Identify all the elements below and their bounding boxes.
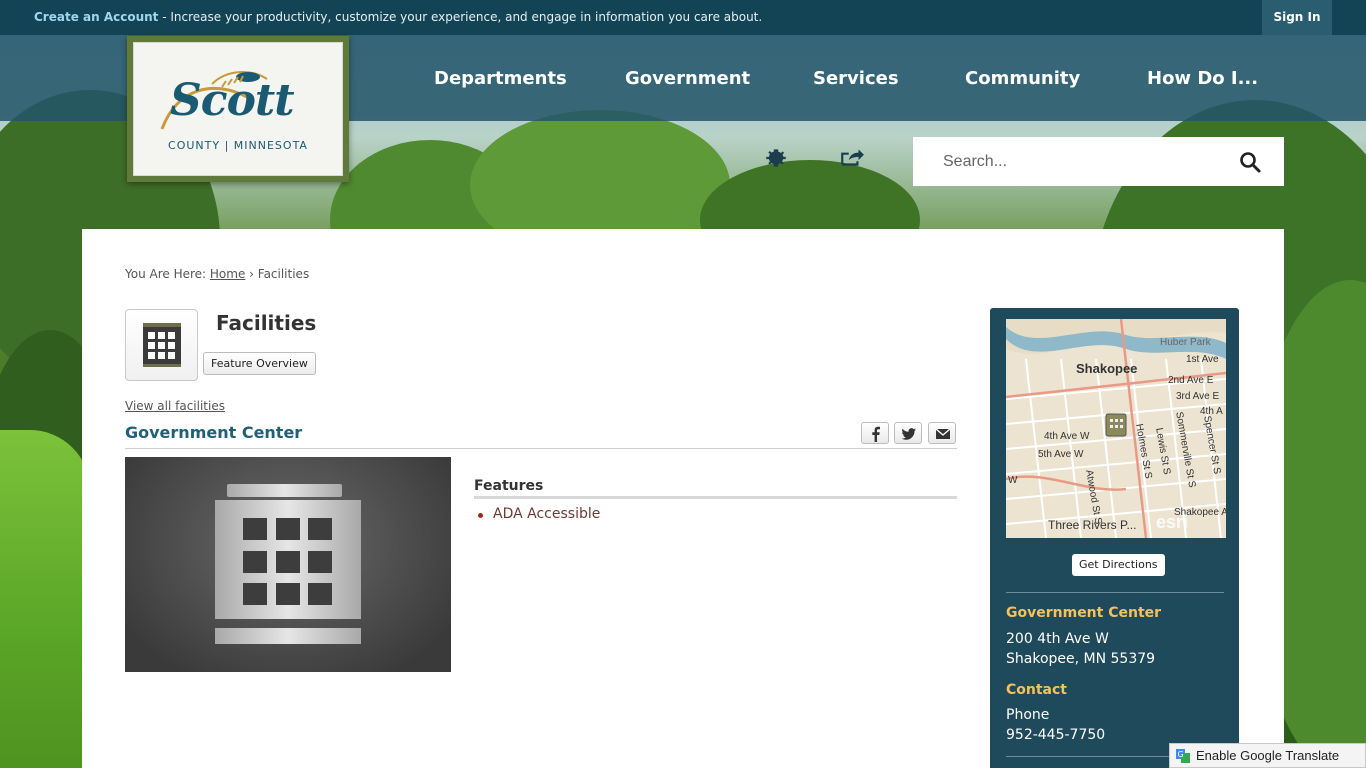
phone-label: Phone (1006, 707, 1050, 723)
search-box (913, 137, 1284, 186)
nav-how-do-i[interactable]: How Do I... (1147, 68, 1258, 89)
breadcrumb-home-link[interactable]: Home (210, 267, 245, 281)
location-sidebar: Shakopee Huber Park 1st Ave 2nd Ave E 3r… (990, 308, 1239, 768)
google-translate-button[interactable]: G Enable Google Translate (1169, 743, 1366, 768)
search-icon[interactable] (1238, 150, 1262, 174)
email-icon (935, 428, 951, 439)
map-label-4th-ave-w: 4th Ave W (1044, 431, 1090, 442)
facility-name: Government Center (125, 423, 303, 442)
logo-wordmark: Scott (170, 75, 295, 126)
address-line-1: 200 4th Ave W (1006, 631, 1109, 647)
address-line-2: Shakopee, MN 55379 (1006, 651, 1156, 667)
breadcrumb-current: Facilities (257, 267, 310, 281)
twitter-icon (901, 428, 916, 440)
svg-text:G: G (1178, 750, 1184, 759)
map-label-2nd-ave: 2nd Ave E (1168, 375, 1214, 386)
account-bar: Create an Account - Increase your produc… (0, 0, 1366, 35)
facebook-share-button[interactable] (861, 422, 889, 444)
get-directions-button[interactable]: Get Directions (1072, 554, 1165, 576)
twitter-share-button[interactable] (894, 422, 922, 444)
gear-icon[interactable] (763, 145, 789, 171)
google-translate-label: Enable Google Translate (1196, 748, 1340, 763)
facebook-icon (872, 426, 880, 442)
search-input[interactable] (913, 137, 1223, 186)
create-account-link[interactable]: Create an Account (34, 10, 158, 24)
map-label-huber-park: Huber Park (1160, 337, 1211, 348)
feature-overview-button[interactable]: Feature Overview (203, 352, 316, 375)
nav-services[interactable]: Services (813, 68, 899, 89)
account-message: Create an Account - Increase your produc… (34, 10, 762, 24)
map-label-w: W (1008, 475, 1018, 486)
view-all-facilities-link[interactable]: View all facilities (125, 399, 225, 413)
map-label-5th-ave-w: 5th Ave W (1038, 449, 1084, 460)
map-label-three-rivers: Three Rivers P... (1048, 518, 1137, 532)
contact-heading: Contact (1006, 682, 1067, 698)
nav-departments[interactable]: Departments (434, 68, 567, 89)
esri-logo: esri (1156, 512, 1189, 532)
phone-number[interactable]: 952-445-7750 (1006, 727, 1105, 743)
map-streets (1006, 319, 1226, 538)
google-translate-icon: G (1176, 749, 1190, 763)
logo-subtitle: COUNTY | MINNESOTA (168, 139, 308, 152)
building-placeholder-icon (215, 484, 361, 644)
page-title: Facilities (216, 311, 317, 335)
breadcrumb-separator: › (245, 267, 258, 281)
nav-community[interactable]: Community (965, 68, 1080, 89)
account-message-text: - Increase your productivity, customize … (158, 10, 763, 24)
features-divider (474, 496, 957, 499)
logo-panel: Scott COUNTY | MINNESOTA (133, 42, 343, 176)
location-heading: Government Center (1006, 605, 1162, 621)
breadcrumb-prefix: You Are Here: (125, 267, 210, 281)
site-logo[interactable]: Scott COUNTY | MINNESOTA (127, 36, 349, 182)
email-share-button[interactable] (928, 422, 956, 444)
facilities-module-icon (125, 309, 198, 381)
nav-government[interactable]: Government (625, 68, 750, 89)
map-label-3rd-ave: 3rd Ave E (1176, 391, 1220, 402)
location-map[interactable]: Shakopee Huber Park 1st Ave 2nd Ave E 3r… (1006, 319, 1226, 538)
main-content: You Are Here: Home › Facilities Faciliti… (82, 229, 1284, 768)
sign-in-button[interactable]: Sign In (1262, 0, 1332, 35)
map-label-1st-ave: 1st Ave (1186, 354, 1219, 365)
sidebar-divider (1006, 592, 1224, 593)
breadcrumb: You Are Here: Home › Facilities (125, 267, 309, 281)
features-heading: Features (474, 478, 544, 494)
building-icon (143, 323, 181, 367)
facility-divider (125, 448, 957, 449)
share-icon[interactable] (839, 145, 865, 171)
feature-list-item[interactable]: ADA Accessible (493, 506, 600, 522)
list-bullet (478, 513, 483, 518)
facility-photo (125, 457, 451, 672)
map-city-label: Shakopee (1076, 361, 1138, 376)
